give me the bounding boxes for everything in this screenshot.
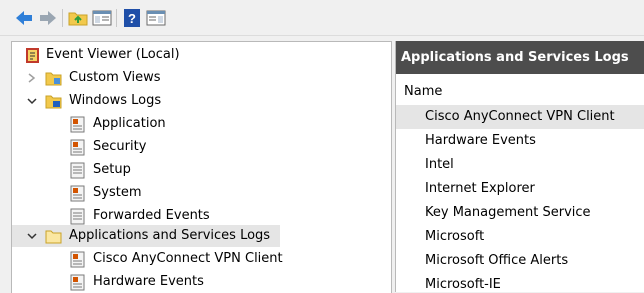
help-icon[interactable]: ? <box>122 8 142 28</box>
list-item[interactable]: Intel <box>396 153 644 177</box>
event-log-icon <box>69 116 86 133</box>
forward-arrow-icon[interactable] <box>38 8 58 28</box>
tree-item-label: Event Viewer (Local) <box>46 47 180 62</box>
tree-item-label: Setup <box>93 162 131 177</box>
tree-item-cisco-anyconnect[interactable]: Cisco AnyConnect VPN Client <box>12 248 391 270</box>
list-item-label: Cisco AnyConnect VPN Client <box>425 109 615 124</box>
svg-text:?: ? <box>128 11 136 26</box>
toolbar: ? <box>0 0 644 36</box>
show-hide-action-pane-icon[interactable] <box>146 8 166 28</box>
tree-item-application[interactable]: Application <box>12 113 391 135</box>
tree-item-system[interactable]: System <box>12 182 391 204</box>
folder-up-icon[interactable] <box>68 8 88 28</box>
list-item[interactable]: Hardware Events <box>396 129 644 153</box>
toolbar-separator <box>62 9 63 27</box>
chevron-right-icon[interactable] <box>26 67 38 89</box>
list-item-label: Hardware Events <box>425 133 536 148</box>
chevron-down-icon[interactable] <box>26 225 38 247</box>
folder-icon <box>45 70 62 87</box>
tree-item-hardware-events[interactable]: Hardware Events <box>12 271 391 293</box>
column-header-name[interactable]: Name <box>404 81 442 103</box>
pane-header: Applications and Services Logs <box>396 41 644 74</box>
list-item-label: Internet Explorer <box>425 181 535 196</box>
tree-item-label: Applications and Services Logs <box>69 228 271 243</box>
tree-item-label: Cisco AnyConnect VPN Client <box>93 251 283 266</box>
tree-item-security[interactable]: Security <box>12 136 391 158</box>
back-arrow-icon[interactable] <box>14 8 34 28</box>
event-log-icon <box>69 139 86 156</box>
list-item-label: Key Management Service <box>425 205 591 220</box>
tree-item-label: Hardware Events <box>93 274 204 289</box>
list-item[interactable]: Key Management Service <box>396 201 644 225</box>
tree-item-label: System <box>93 185 142 200</box>
event-log-icon <box>69 274 86 291</box>
list-item[interactable]: Microsoft <box>396 225 644 249</box>
tree-item-label: Security <box>93 139 147 154</box>
toolbar-separator <box>116 9 117 27</box>
folder-icon <box>45 93 62 110</box>
list-item-label: Intel <box>425 157 454 172</box>
event-log-icon <box>69 251 86 268</box>
list-item-label: Microsoft Office Alerts <box>425 253 569 268</box>
event-log-icon <box>69 208 86 225</box>
event-log-icon <box>69 162 86 179</box>
list-item[interactable]: Microsoft Office Alerts <box>396 249 644 273</box>
tree-item-setup[interactable]: Setup <box>12 159 391 181</box>
tree-item-label: Application <box>93 116 166 131</box>
tree-item-label: Windows Logs <box>69 93 162 108</box>
list-item[interactable]: Internet Explorer <box>396 177 644 201</box>
list-item-label: Microsoft <box>425 229 485 244</box>
event-viewer-icon <box>24 47 41 64</box>
tree-item-label: Custom Views <box>69 70 161 85</box>
folder-icon <box>45 228 62 245</box>
tree-item-event-viewer-local[interactable]: Event Viewer (Local) <box>12 44 391 66</box>
tree-item-label: Forwarded Events <box>93 208 210 223</box>
show-hide-tree-icon[interactable] <box>92 8 112 28</box>
event-log-icon <box>69 185 86 202</box>
tree-item-windows-logs[interactable]: Windows Logs <box>12 90 391 112</box>
list-item[interactable]: Microsoft-IE <box>396 273 644 292</box>
results-pane: Applications and Services Logs Name Cisc… <box>395 41 644 292</box>
tree-item-forwarded-events[interactable]: Forwarded Events <box>12 205 391 227</box>
chevron-down-icon[interactable] <box>26 90 38 112</box>
tree-item-applications-and-services-logs[interactable]: Applications and Services Logs <box>12 225 280 247</box>
list-item-label: Microsoft-IE <box>425 277 501 292</box>
tree-item-custom-views[interactable]: Custom Views <box>12 67 391 89</box>
console-tree: Event Viewer (Local) Custom Views Window… <box>11 41 392 293</box>
list-item[interactable]: Cisco AnyConnect VPN Client <box>396 105 644 129</box>
